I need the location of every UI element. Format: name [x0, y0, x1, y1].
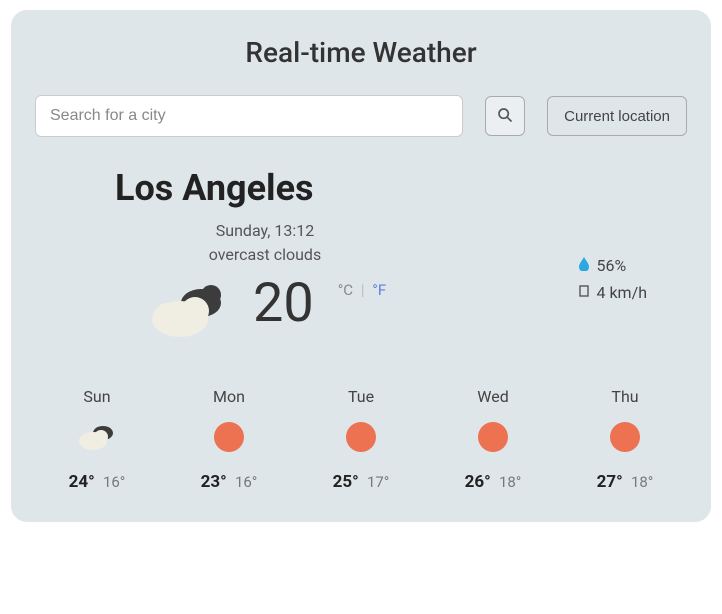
forecast-temps: 26° 18°	[443, 472, 543, 492]
wind-value: 4 km/h	[596, 283, 647, 302]
forecast-hi: 23°	[201, 472, 227, 492]
forecast-lo: 18°	[631, 473, 653, 491]
current-condition: overcast clouds	[115, 243, 415, 267]
search-row: Current location	[35, 95, 687, 137]
forecast-hi: 25°	[333, 472, 359, 492]
forecast-day: Mon 23° 16°	[179, 387, 279, 492]
forecast-day-label: Tue	[311, 387, 411, 406]
search-button[interactable]	[485, 96, 525, 136]
search-icon	[497, 107, 513, 126]
temp-block: 20 °C | °F	[145, 277, 386, 341]
forecast-hi: 27°	[597, 472, 623, 492]
forecast-lo: 16°	[103, 473, 125, 491]
forecast-list: Sun 24° 16° Mon 23° 16° Tue	[35, 387, 687, 492]
forecast-day-label: Wed	[443, 387, 543, 406]
wind-icon	[578, 283, 594, 302]
forecast-day: Tue 25° 17°	[311, 387, 411, 492]
forecast-lo: 17°	[367, 473, 389, 491]
forecast-lo: 16°	[235, 473, 257, 491]
unit-fahrenheit[interactable]: °F	[372, 281, 386, 299]
forecast-temps: 24° 16°	[47, 472, 147, 492]
weather-card: Real-time Weather Current location Los A…	[11, 10, 711, 522]
details-row: 20 °C | °F 56% 4 km/h	[35, 277, 687, 341]
unit-celsius[interactable]: °C	[338, 281, 353, 299]
sun-icon	[575, 420, 675, 454]
forecast-day-label: Sun	[47, 387, 147, 406]
forecast-temps: 23° 16°	[179, 472, 279, 492]
current-stats: 56% 4 km/h	[578, 252, 647, 306]
overcast-cloud-icon	[145, 277, 235, 341]
humidity-row: 56%	[578, 252, 647, 279]
forecast-temps: 25° 17°	[311, 472, 411, 492]
forecast-day: Thu 27° 18°	[575, 387, 675, 492]
sun-icon	[179, 420, 279, 454]
unit-sep: |	[361, 281, 365, 299]
forecast-day-label: Thu	[575, 387, 675, 406]
current-datetime: Sunday, 13:12	[115, 219, 415, 243]
humidity-value: 56%	[596, 256, 626, 275]
unit-toggle: °C | °F	[338, 281, 386, 299]
forecast-hi: 24°	[69, 472, 95, 492]
forecast-day: Wed 26° 18°	[443, 387, 543, 492]
forecast-day: Sun 24° 16°	[47, 387, 147, 492]
forecast-day-label: Mon	[179, 387, 279, 406]
forecast-hi: 26°	[465, 472, 491, 492]
current-meta: Sunday, 13:12 overcast clouds	[115, 219, 415, 267]
forecast-lo: 18°	[499, 473, 521, 491]
sun-icon	[311, 420, 411, 454]
city-name: Los Angeles	[115, 167, 687, 209]
page-title: Real-time Weather	[35, 36, 687, 69]
sun-icon	[443, 420, 543, 454]
wind-row: 4 km/h	[578, 279, 647, 306]
forecast-temps: 27° 18°	[575, 472, 675, 492]
search-input[interactable]	[35, 95, 463, 137]
current-temp: 20	[253, 277, 314, 331]
current-location-button[interactable]: Current location	[547, 96, 687, 136]
droplet-icon	[578, 256, 594, 275]
cloud-icon	[47, 420, 147, 454]
